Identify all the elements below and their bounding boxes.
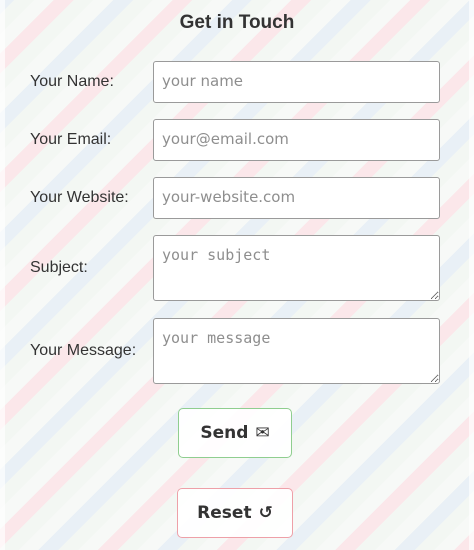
envelope-icon: ✉	[255, 423, 270, 443]
contact-form-background: Get in Touch Your Name: Your Email: Your…	[0, 0, 474, 550]
message-row: Your Message:	[30, 318, 440, 384]
reset-button-label: Reset	[197, 503, 252, 523]
message-textarea[interactable]	[153, 318, 440, 384]
email-input[interactable]	[153, 119, 440, 161]
form-title: Get in Touch	[179, 12, 295, 33]
reset-button[interactable]: Reset ↺	[177, 488, 293, 538]
website-row: Your Website:	[30, 177, 440, 219]
subject-label: Subject:	[30, 259, 88, 276]
send-button[interactable]: Send ✉	[178, 408, 292, 458]
subject-textarea[interactable]	[153, 235, 440, 301]
website-label: Your Website:	[30, 189, 129, 206]
subject-row: Subject:	[30, 235, 440, 301]
name-row: Your Name:	[30, 61, 440, 103]
send-button-label: Send	[200, 423, 249, 443]
email-row: Your Email:	[30, 119, 440, 161]
name-input[interactable]	[153, 61, 440, 103]
website-input[interactable]	[153, 177, 440, 219]
name-label: Your Name:	[30, 73, 114, 90]
refresh-icon: ↺	[258, 503, 273, 523]
email-label: Your Email:	[30, 131, 112, 148]
message-label: Your Message:	[30, 342, 137, 359]
